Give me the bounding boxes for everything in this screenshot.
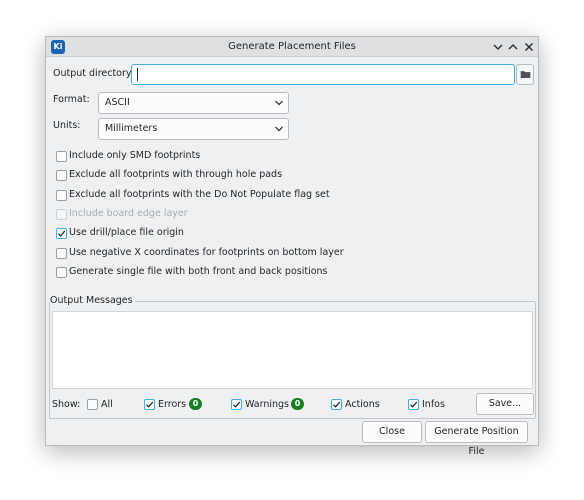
exclude-through-hole-label: Exclude all footprints with through hole… xyxy=(69,169,283,180)
minimize-button[interactable] xyxy=(491,40,505,54)
chevron-down-icon xyxy=(275,126,283,132)
output-directory-input[interactable] xyxy=(131,64,515,85)
include-board-edge-label: Include board edge layer xyxy=(69,208,188,219)
filter-all-label: All xyxy=(101,399,113,410)
chevron-down-icon xyxy=(493,44,503,50)
filter-errors-checkbox[interactable] xyxy=(144,399,155,410)
maximize-button[interactable] xyxy=(506,40,520,54)
warnings-count-badge: 0 xyxy=(291,398,304,410)
negative-x-checkbox[interactable] xyxy=(56,248,67,259)
show-label: Show: xyxy=(52,399,81,410)
chevron-up-icon xyxy=(508,44,518,50)
checkmark-icon xyxy=(58,230,66,237)
output-directory-label: Output directory: xyxy=(53,68,135,79)
exclude-dnp-label: Exclude all footprints with the Do Not P… xyxy=(69,189,330,200)
filter-errors-label: Errors xyxy=(158,399,187,410)
use-drill-origin-label: Use drill/place file origin xyxy=(69,227,184,238)
checkmark-icon xyxy=(333,401,341,408)
folder-icon xyxy=(520,71,531,78)
units-selected-value: Millimeters xyxy=(105,123,158,134)
checkmark-icon xyxy=(410,401,418,408)
filter-warnings-checkbox[interactable] xyxy=(231,399,242,410)
exclude-dnp-checkbox[interactable] xyxy=(56,190,67,201)
exclude-through-hole-checkbox[interactable] xyxy=(56,170,67,181)
use-drill-origin-checkbox[interactable] xyxy=(56,228,67,239)
output-messages-title: Output Messages xyxy=(50,295,135,306)
browse-folder-button[interactable] xyxy=(516,64,534,85)
messages-panel[interactable] xyxy=(52,311,533,389)
include-smd-only-checkbox[interactable] xyxy=(56,151,67,162)
include-smd-only-label: Include only SMD footprints xyxy=(69,150,201,161)
filter-all-checkbox[interactable] xyxy=(87,399,98,410)
single-file-checkbox[interactable] xyxy=(56,267,67,278)
single-file-label: Generate single file with both front and… xyxy=(69,266,328,277)
close-button[interactable]: Close xyxy=(362,421,422,443)
filter-actions-label: Actions xyxy=(345,399,380,410)
filter-infos-checkbox[interactable] xyxy=(408,399,419,410)
negative-x-label: Use negative X coordinates for footprint… xyxy=(69,247,344,258)
close-window-button[interactable] xyxy=(522,40,536,54)
filter-warnings-label: Warnings xyxy=(245,399,290,410)
filter-actions-checkbox[interactable] xyxy=(331,399,342,410)
close-icon xyxy=(525,43,533,51)
chevron-down-icon xyxy=(275,100,283,106)
units-select[interactable]: Millimeters xyxy=(98,118,289,140)
output-messages-group: Show: All Errors 0 Warnings 0 Actions In… xyxy=(49,301,536,419)
errors-count-badge: 0 xyxy=(189,398,202,410)
generate-position-file-button[interactable]: Generate Position File xyxy=(425,421,528,457)
save-messages-button[interactable]: Save... xyxy=(476,393,534,415)
checkmark-icon xyxy=(146,401,154,408)
format-selected-value: ASCII xyxy=(105,97,130,108)
dialog-window: Ki Generate Placement Files Output direc… xyxy=(45,36,539,457)
include-board-edge-checkbox xyxy=(56,209,67,220)
checkmark-icon xyxy=(233,401,241,408)
units-label: Units: xyxy=(53,120,81,131)
filter-infos-label: Infos xyxy=(422,399,445,410)
text-caret xyxy=(137,68,138,81)
window-title: Generate Placement Files xyxy=(228,41,356,52)
format-label: Format: xyxy=(53,94,90,105)
format-select[interactable]: ASCII xyxy=(98,92,289,114)
title-bar: Ki Generate Placement Files xyxy=(46,37,538,57)
